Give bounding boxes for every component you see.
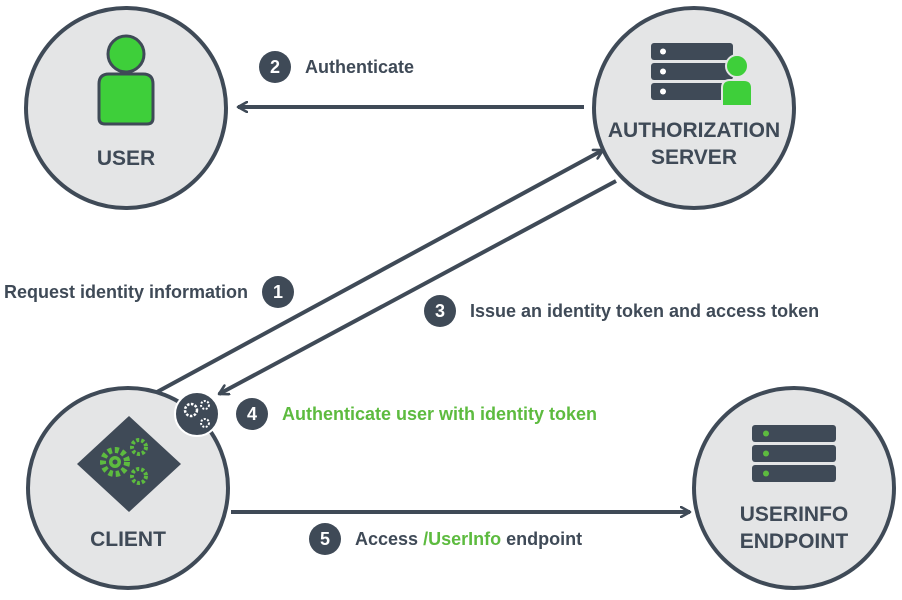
step-3-badge: 3 — [424, 295, 456, 327]
step-2-text: Authenticate — [305, 56, 415, 77]
userinfo-endpoint-label-line1: USERINFO — [739, 503, 849, 526]
authorization-server-label: AUTHORIZATION SERVER — [594, 117, 794, 171]
step-1-text: Request identity information — [4, 281, 249, 302]
userinfo-endpoint-label: USERINFO ENDPOINT — [704, 501, 884, 555]
authorization-server-node — [592, 6, 796, 210]
step-3: 3 Issue an identity token and access tok… — [424, 295, 819, 327]
client-node — [26, 386, 230, 590]
userinfo-endpoint-label-line2: ENDPOINT — [739, 530, 849, 553]
user-node — [24, 6, 228, 210]
client-label: CLIENT — [90, 528, 166, 551]
authorization-server-label-line2: SERVER — [651, 146, 737, 169]
step-4-badge: 4 — [236, 398, 268, 430]
step-4-text: Authenticate user with identity token — [282, 403, 598, 424]
step-4: 4 Authenticate user with identity token — [236, 398, 597, 430]
gears-badge-icon — [174, 391, 220, 437]
step-1-badge: 1 — [262, 276, 295, 308]
step-1: Request identity information 1 — [4, 276, 295, 308]
step-2-badge: 2 — [259, 51, 291, 83]
arrow-request-identity — [156, 148, 603, 394]
step-5-text: Access /UserInfo endpoint — [355, 529, 582, 550]
server-icon — [752, 425, 836, 482]
step-5: 5 Access /UserInfo endpoint — [309, 523, 582, 555]
step-2: 2 Authenticate — [259, 51, 414, 83]
userinfo-endpoint-node — [692, 386, 896, 590]
step-5-text-highlight: /UserInfo — [423, 528, 502, 549]
step-5-text-before: Access — [355, 528, 424, 549]
step-5-text-after: endpoint — [501, 528, 583, 549]
authorization-server-label-line1: AUTHORIZATION — [607, 119, 781, 142]
step-3-text: Issue an identity token and access token — [470, 300, 820, 321]
user-label: USER — [96, 147, 156, 170]
step-5-badge: 5 — [309, 523, 341, 555]
